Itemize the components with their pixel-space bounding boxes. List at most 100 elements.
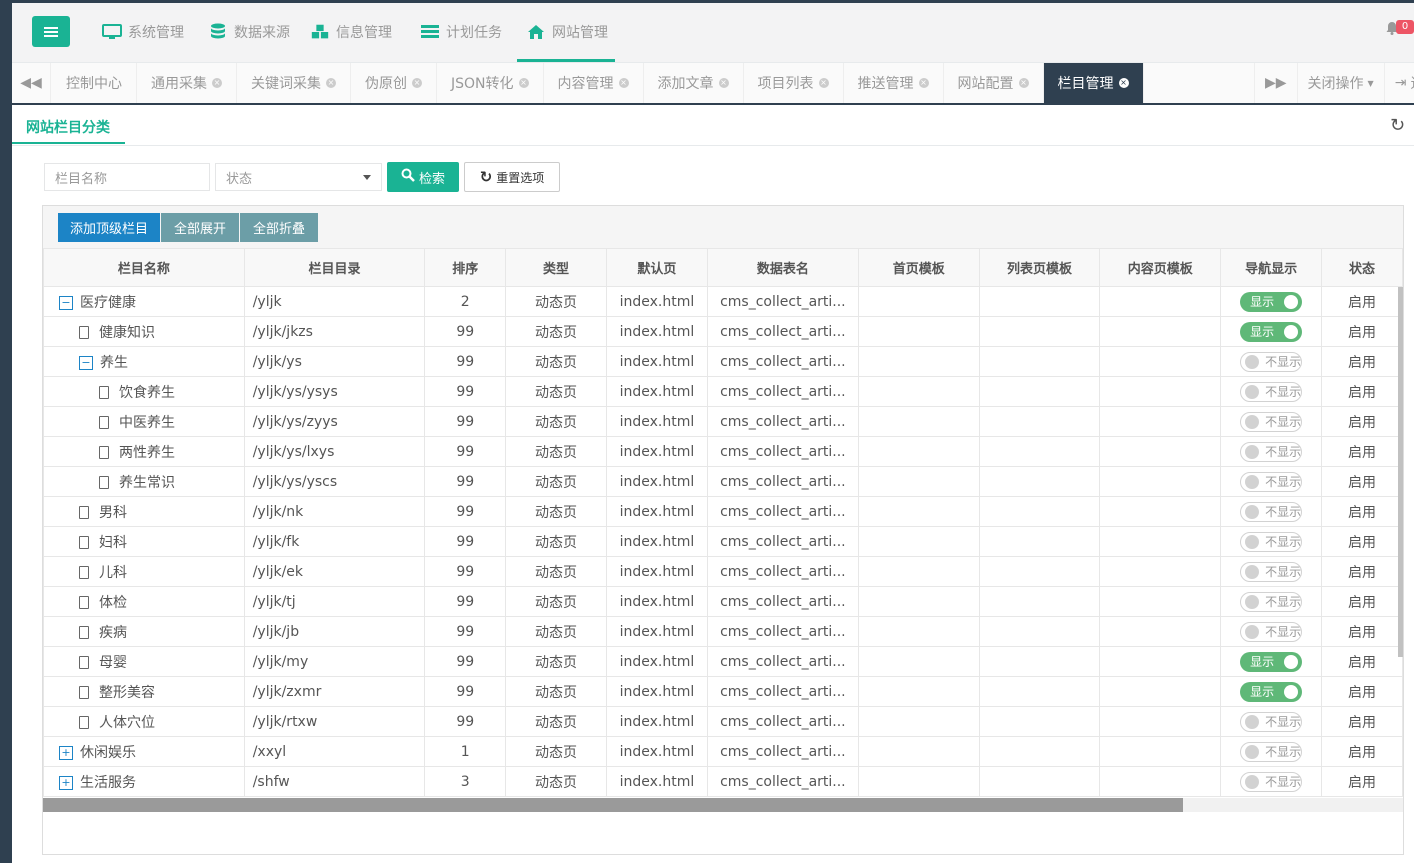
tab-8[interactable]: 推送管理 ×: [844, 63, 944, 103]
nav-item-system[interactable]: 系统管理: [102, 19, 184, 45]
nav-display-toggle[interactable]: 不显示: [1240, 441, 1303, 462]
close-tab-icon[interactable]: ×: [1118, 78, 1129, 88]
close-tab-icon[interactable]: ×: [818, 78, 829, 88]
nav-item-info[interactable]: 信息管理: [310, 19, 392, 45]
close-tab-icon[interactable]: ×: [412, 78, 422, 88]
horizontal-scrollbar[interactable]: [43, 798, 1403, 812]
horizontal-scrollbar-thumb[interactable]: [43, 798, 1183, 812]
nav-display-toggle[interactable]: 显示: [1240, 651, 1303, 672]
category-name-cell: − 养生: [43, 346, 245, 377]
column-header[interactable]: 导航显示: [1220, 248, 1323, 287]
nav-item-label: 数据来源: [234, 25, 290, 41]
nav-display-toggle[interactable]: 不显示: [1240, 771, 1303, 792]
refresh-icon[interactable]: ↻: [1390, 115, 1405, 136]
exit-button[interactable]: ⇥退: [1383, 63, 1414, 103]
column-header[interactable]: 首页模板: [857, 248, 980, 287]
table-row[interactable]: 两性养生/yljk/ys/lxys 99 动态页 index.html cms_coll…: [43, 436, 1403, 467]
column-header[interactable]: 内容页模板: [1099, 248, 1222, 287]
sort-cell: 99: [424, 376, 507, 407]
table-row[interactable]: 疾病/yljk/jb 99 动态页 index.html cms_collect_art…: [43, 616, 1403, 647]
expand-node-icon[interactable]: +: [59, 775, 73, 790]
vertical-scrollbar[interactable]: [1398, 287, 1403, 657]
top-navbar: 系统管理 数据来源 信息管理 计划任务 网站管理 0: [12, 3, 1414, 63]
collapse-node-icon[interactable]: −: [79, 355, 93, 370]
nav-display-toggle[interactable]: 显示: [1240, 681, 1303, 702]
tab-label: 栏目管理: [1057, 76, 1114, 92]
status-select[interactable]: 状态: [215, 163, 382, 191]
add-top-category-button[interactable]: 添加顶级栏目: [58, 213, 160, 242]
tab-7[interactable]: 项目列表 ×: [744, 63, 844, 103]
nav-item-datasource[interactable]: 数据来源: [208, 19, 290, 45]
table-row[interactable]: − 医疗健康/yljk 2 动态页 index.html cms_collect_arti…: [43, 286, 1403, 317]
column-header[interactable]: 排序: [424, 248, 507, 287]
table-row[interactable]: 饮食养生/yljk/ys/ysys 99 动态页 index.html cms_coll…: [43, 376, 1403, 407]
collapse-all-button[interactable]: 全部折叠: [240, 213, 318, 242]
nav-display-toggle[interactable]: 不显示: [1240, 741, 1303, 762]
table-row[interactable]: 男科/yljk/nk 99 动态页 index.html cms_collect_art…: [43, 496, 1403, 527]
nav-display-toggle[interactable]: 不显示: [1240, 501, 1303, 522]
column-header[interactable]: 状态: [1321, 248, 1403, 287]
column-header[interactable]: 栏目目录: [243, 248, 426, 287]
content-template-cell: [1099, 436, 1222, 467]
close-tab-icon[interactable]: ×: [618, 78, 629, 88]
category-dir-cell: /yljk/ys/zyys: [243, 406, 426, 437]
tab-4[interactable]: JSON转化 ×: [437, 63, 544, 103]
tab-6[interactable]: 添加文章 ×: [644, 63, 744, 103]
close-tab-icon[interactable]: ×: [718, 78, 729, 88]
table-row[interactable]: 体检/yljk/tj 99 动态页 index.html cms_collect_art…: [43, 586, 1403, 617]
nav-display-toggle[interactable]: 显示: [1240, 291, 1303, 312]
table-row[interactable]: + 生活服务/shfw 3 动态页 index.html cms_collect_arti…: [43, 766, 1403, 797]
table-row[interactable]: 健康知识/yljk/jkzs 99 动态页 index.html cms_collect…: [43, 316, 1403, 347]
nav-display-toggle[interactable]: 不显示: [1240, 531, 1303, 552]
tab-2[interactable]: 关键词采集 ×: [237, 63, 351, 103]
reset-button[interactable]: ↻ 重置选项: [464, 162, 560, 192]
nav-display-toggle[interactable]: 不显示: [1240, 591, 1303, 612]
reset-button-label: 重置选项: [496, 170, 545, 185]
table-row[interactable]: 人体穴位/yljk/rtxw 99 动态页 index.html cms_collect…: [43, 706, 1403, 737]
tab-5[interactable]: 内容管理 ×: [544, 63, 644, 103]
tab-3[interactable]: 伪原创 ×: [351, 63, 437, 103]
tab-1[interactable]: 通用采集 ×: [137, 63, 237, 103]
table-row[interactable]: 整形美容/yljk/zxmr 99 动态页 index.html cms_collect…: [43, 676, 1403, 707]
table-row[interactable]: 母婴/yljk/my 99 动态页 index.html cms_collect_art…: [43, 646, 1403, 677]
column-header[interactable]: 数据表名: [706, 248, 859, 287]
table-row[interactable]: − 养生/yljk/ys 99 动态页 index.html cms_collect_ar…: [43, 346, 1403, 377]
table-row[interactable]: 养生常识/yljk/ys/yscs 99 动态页 index.html cms_coll…: [43, 466, 1403, 497]
tab-10[interactable]: 栏目管理 ×: [1043, 63, 1144, 103]
nav-display-toggle[interactable]: 不显示: [1240, 381, 1303, 402]
table-row[interactable]: 中医养生/yljk/ys/zyys 99 动态页 index.html cms_coll…: [43, 406, 1403, 437]
nav-display-toggle[interactable]: 不显示: [1240, 471, 1303, 492]
search-button[interactable]: 检索: [387, 162, 459, 192]
column-header[interactable]: 栏目名称: [43, 248, 245, 287]
close-tab-icon[interactable]: ×: [1018, 78, 1029, 88]
close-tab-icon[interactable]: ×: [518, 78, 529, 88]
menu-toggle-button[interactable]: [32, 16, 70, 47]
nav-item-tasks[interactable]: 计划任务: [420, 19, 502, 45]
table-row[interactable]: 妇科/yljk/fk 99 动态页 index.html cms_collect_art…: [43, 526, 1403, 557]
tab-0[interactable]: 控制中心: [52, 63, 137, 103]
expand-all-button[interactable]: 全部展开: [161, 213, 239, 242]
column-header[interactable]: 默认页: [605, 248, 708, 287]
tabs-scroll-right-button[interactable]: ▶▶: [1254, 63, 1297, 103]
column-header[interactable]: 类型: [505, 248, 607, 287]
close-tab-icon[interactable]: ×: [918, 78, 929, 88]
column-header[interactable]: 列表页模板: [978, 248, 1101, 287]
close-operations-dropdown[interactable]: 关闭操作 ▼: [1296, 63, 1384, 103]
tabs-scroll-left-button[interactable]: ◀◀: [12, 63, 51, 103]
name-input[interactable]: 栏目名称: [44, 163, 210, 191]
nav-display-toggle[interactable]: 不显示: [1240, 711, 1303, 732]
expand-node-icon[interactable]: +: [59, 745, 73, 760]
nav-item-website[interactable]: 网站管理: [526, 19, 608, 45]
collapse-node-icon[interactable]: −: [59, 295, 73, 310]
close-tab-icon[interactable]: ×: [326, 78, 336, 88]
nav-display-toggle[interactable]: 不显示: [1240, 351, 1303, 372]
category-name-cell: 妇科: [43, 526, 245, 557]
table-row[interactable]: 儿科/yljk/ek 99 动态页 index.html cms_collect_art…: [43, 556, 1403, 587]
nav-display-toggle[interactable]: 不显示: [1240, 561, 1303, 582]
tab-9[interactable]: 网站配置 ×: [944, 63, 1044, 103]
close-tab-icon[interactable]: ×: [212, 78, 222, 88]
nav-display-toggle[interactable]: 不显示: [1240, 411, 1303, 432]
nav-display-toggle[interactable]: 不显示: [1240, 621, 1303, 642]
nav-display-toggle[interactable]: 显示: [1240, 321, 1303, 342]
table-row[interactable]: + 休闲娱乐/xxyl 1 动态页 index.html cms_collect_arti…: [43, 736, 1403, 767]
